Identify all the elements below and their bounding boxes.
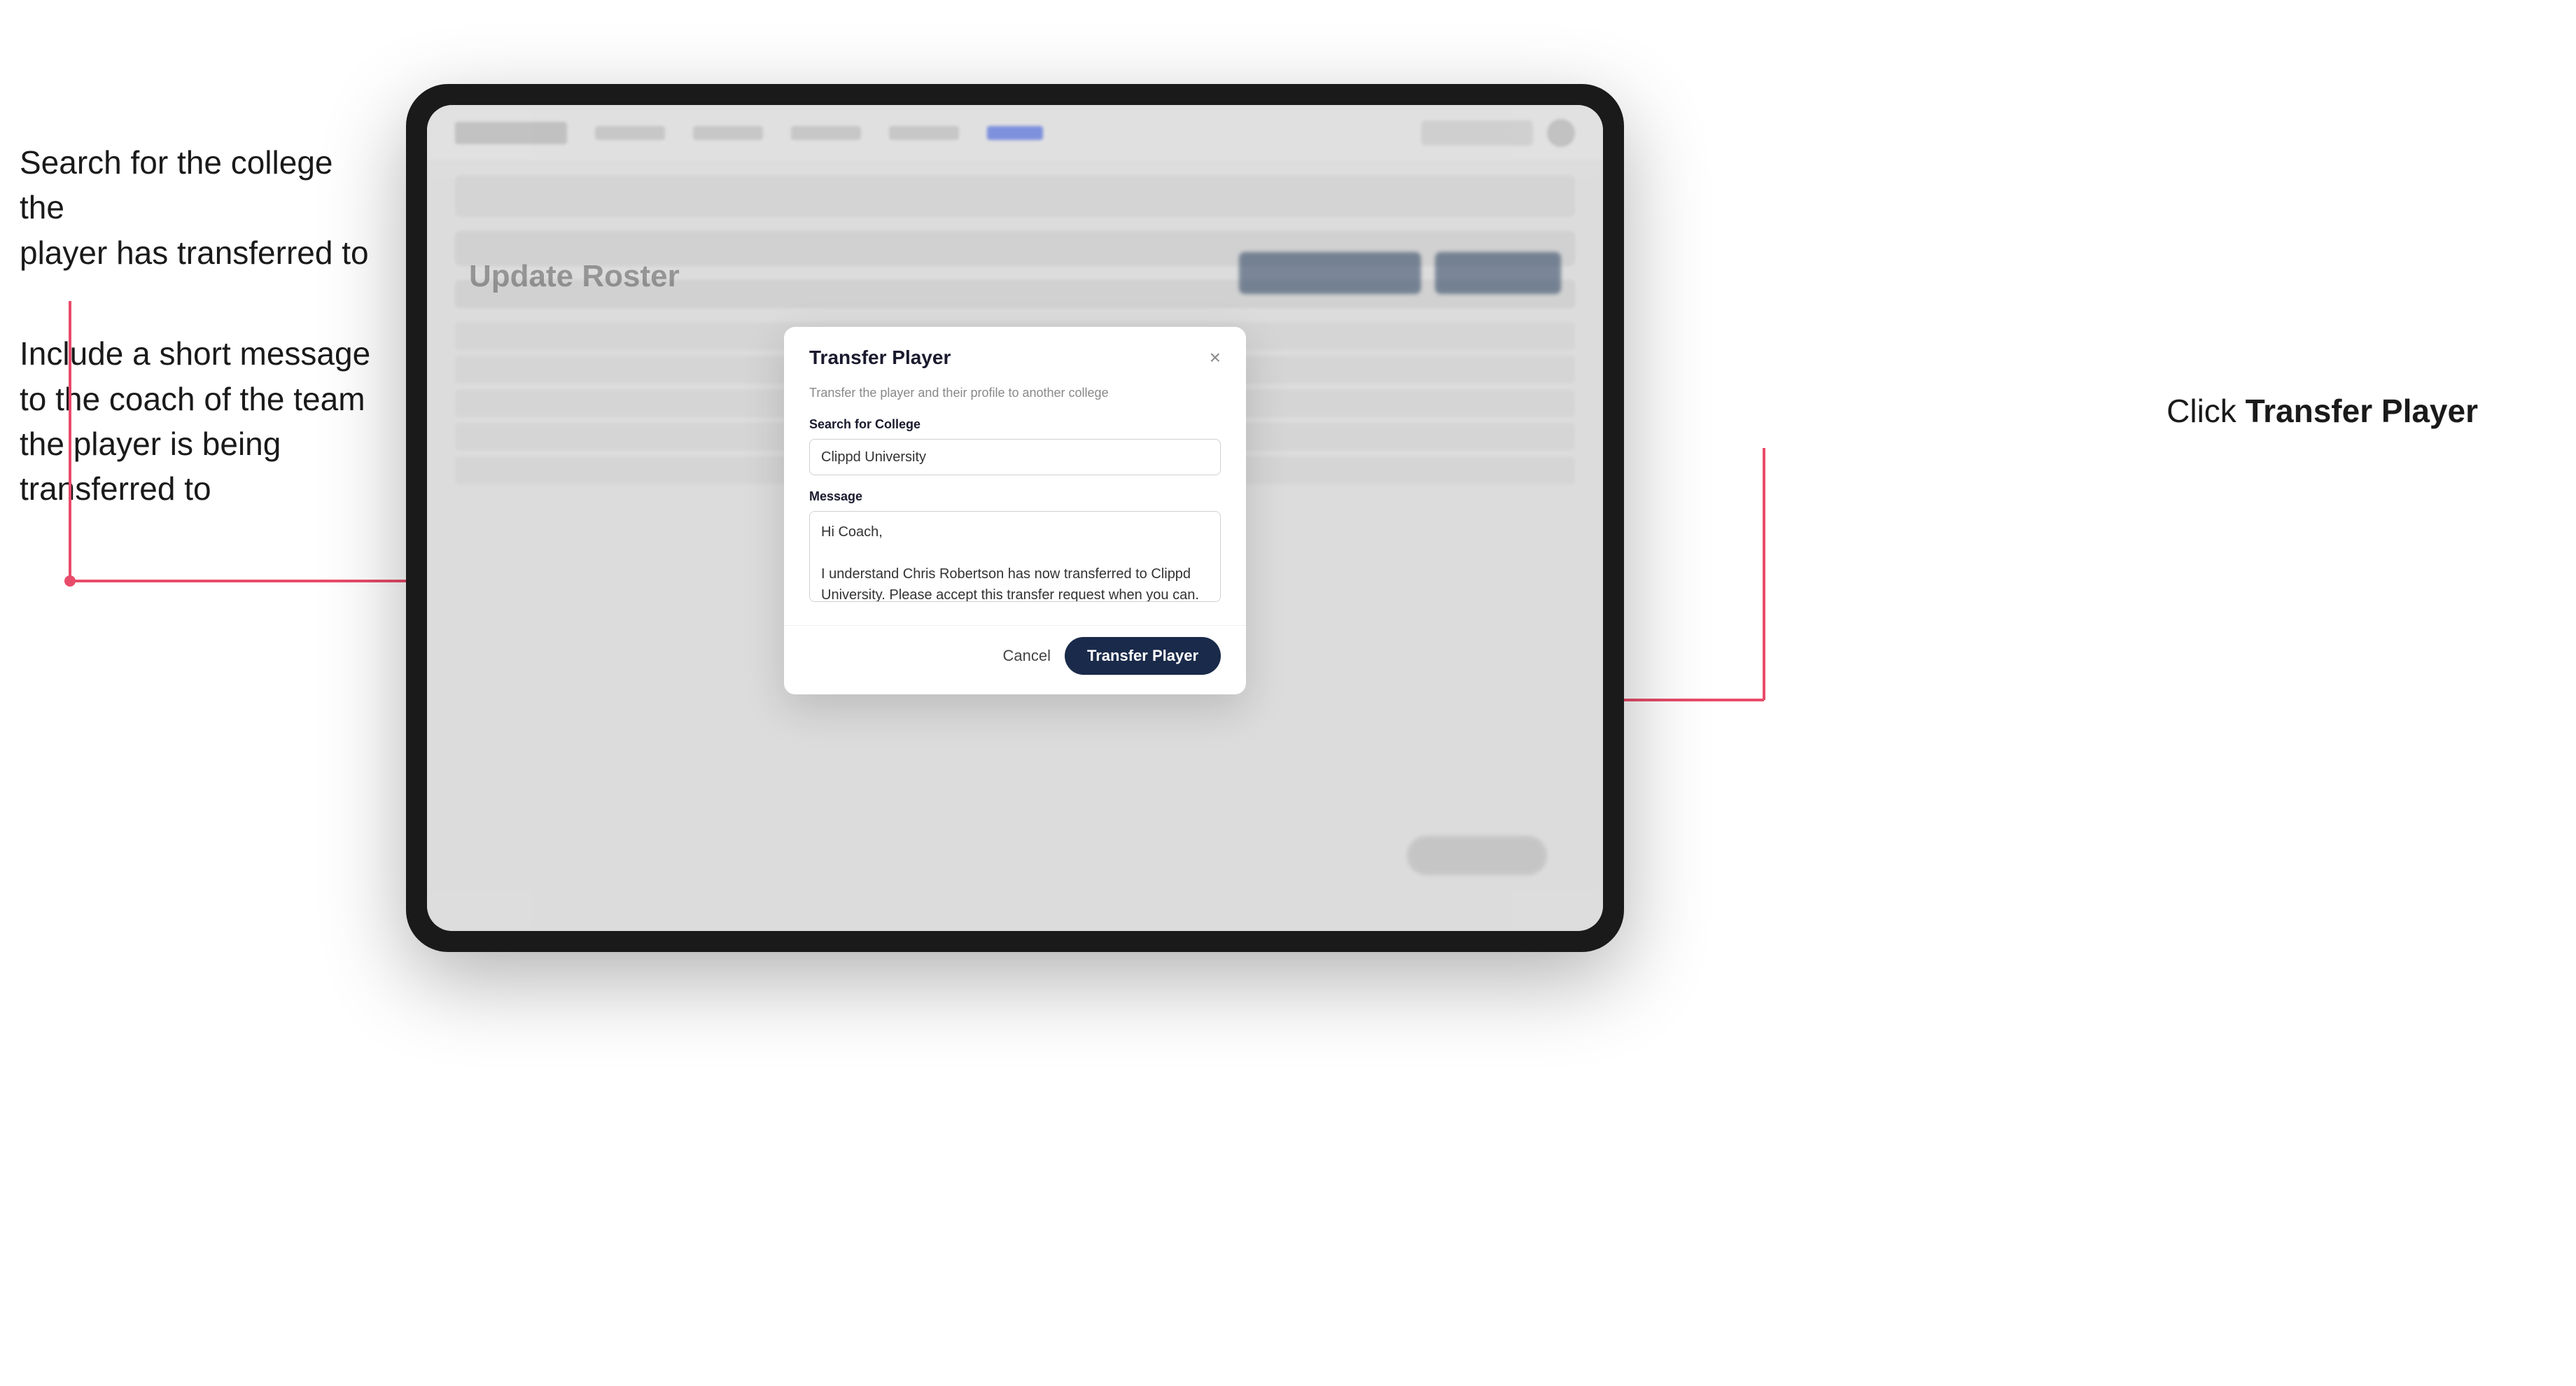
modal-title: Transfer Player [809,346,951,369]
message-textarea[interactable]: Hi Coach, I understand Chris Robertson h… [809,511,1221,602]
transfer-player-button[interactable]: Transfer Player [1065,637,1221,675]
modal-subtitle: Transfer the player and their profile to… [809,386,1221,400]
annotation-right: Click Transfer Player [2166,392,2478,430]
modal-footer: Cancel Transfer Player [784,625,1246,694]
message-label: Message [809,489,1221,504]
annotation-left: Search for the college the player has tr… [20,140,384,512]
modal-body: Transfer the player and their profile to… [784,380,1246,625]
tablet-screen: Update Roster Transfer Player × Transfer… [427,105,1603,931]
modal-header: Transfer Player × [784,327,1246,380]
modal-overlay: Transfer Player × Transfer the player an… [427,105,1603,931]
college-search-input[interactable] [809,439,1221,475]
annotation-right-bold: Transfer Player [2246,393,2478,429]
college-label: Search for College [809,417,1221,432]
annotation-text-1: Search for the college the player has tr… [20,140,384,275]
annotation-text-2: Include a short message to the coach of … [20,331,384,512]
modal-close-button[interactable]: × [1210,348,1221,368]
cancel-button[interactable]: Cancel [1003,647,1051,665]
annotation-right-label: Click [2166,393,2245,429]
tablet-frame: Update Roster Transfer Player × Transfer… [406,84,1624,952]
transfer-player-modal: Transfer Player × Transfer the player an… [784,327,1246,694]
